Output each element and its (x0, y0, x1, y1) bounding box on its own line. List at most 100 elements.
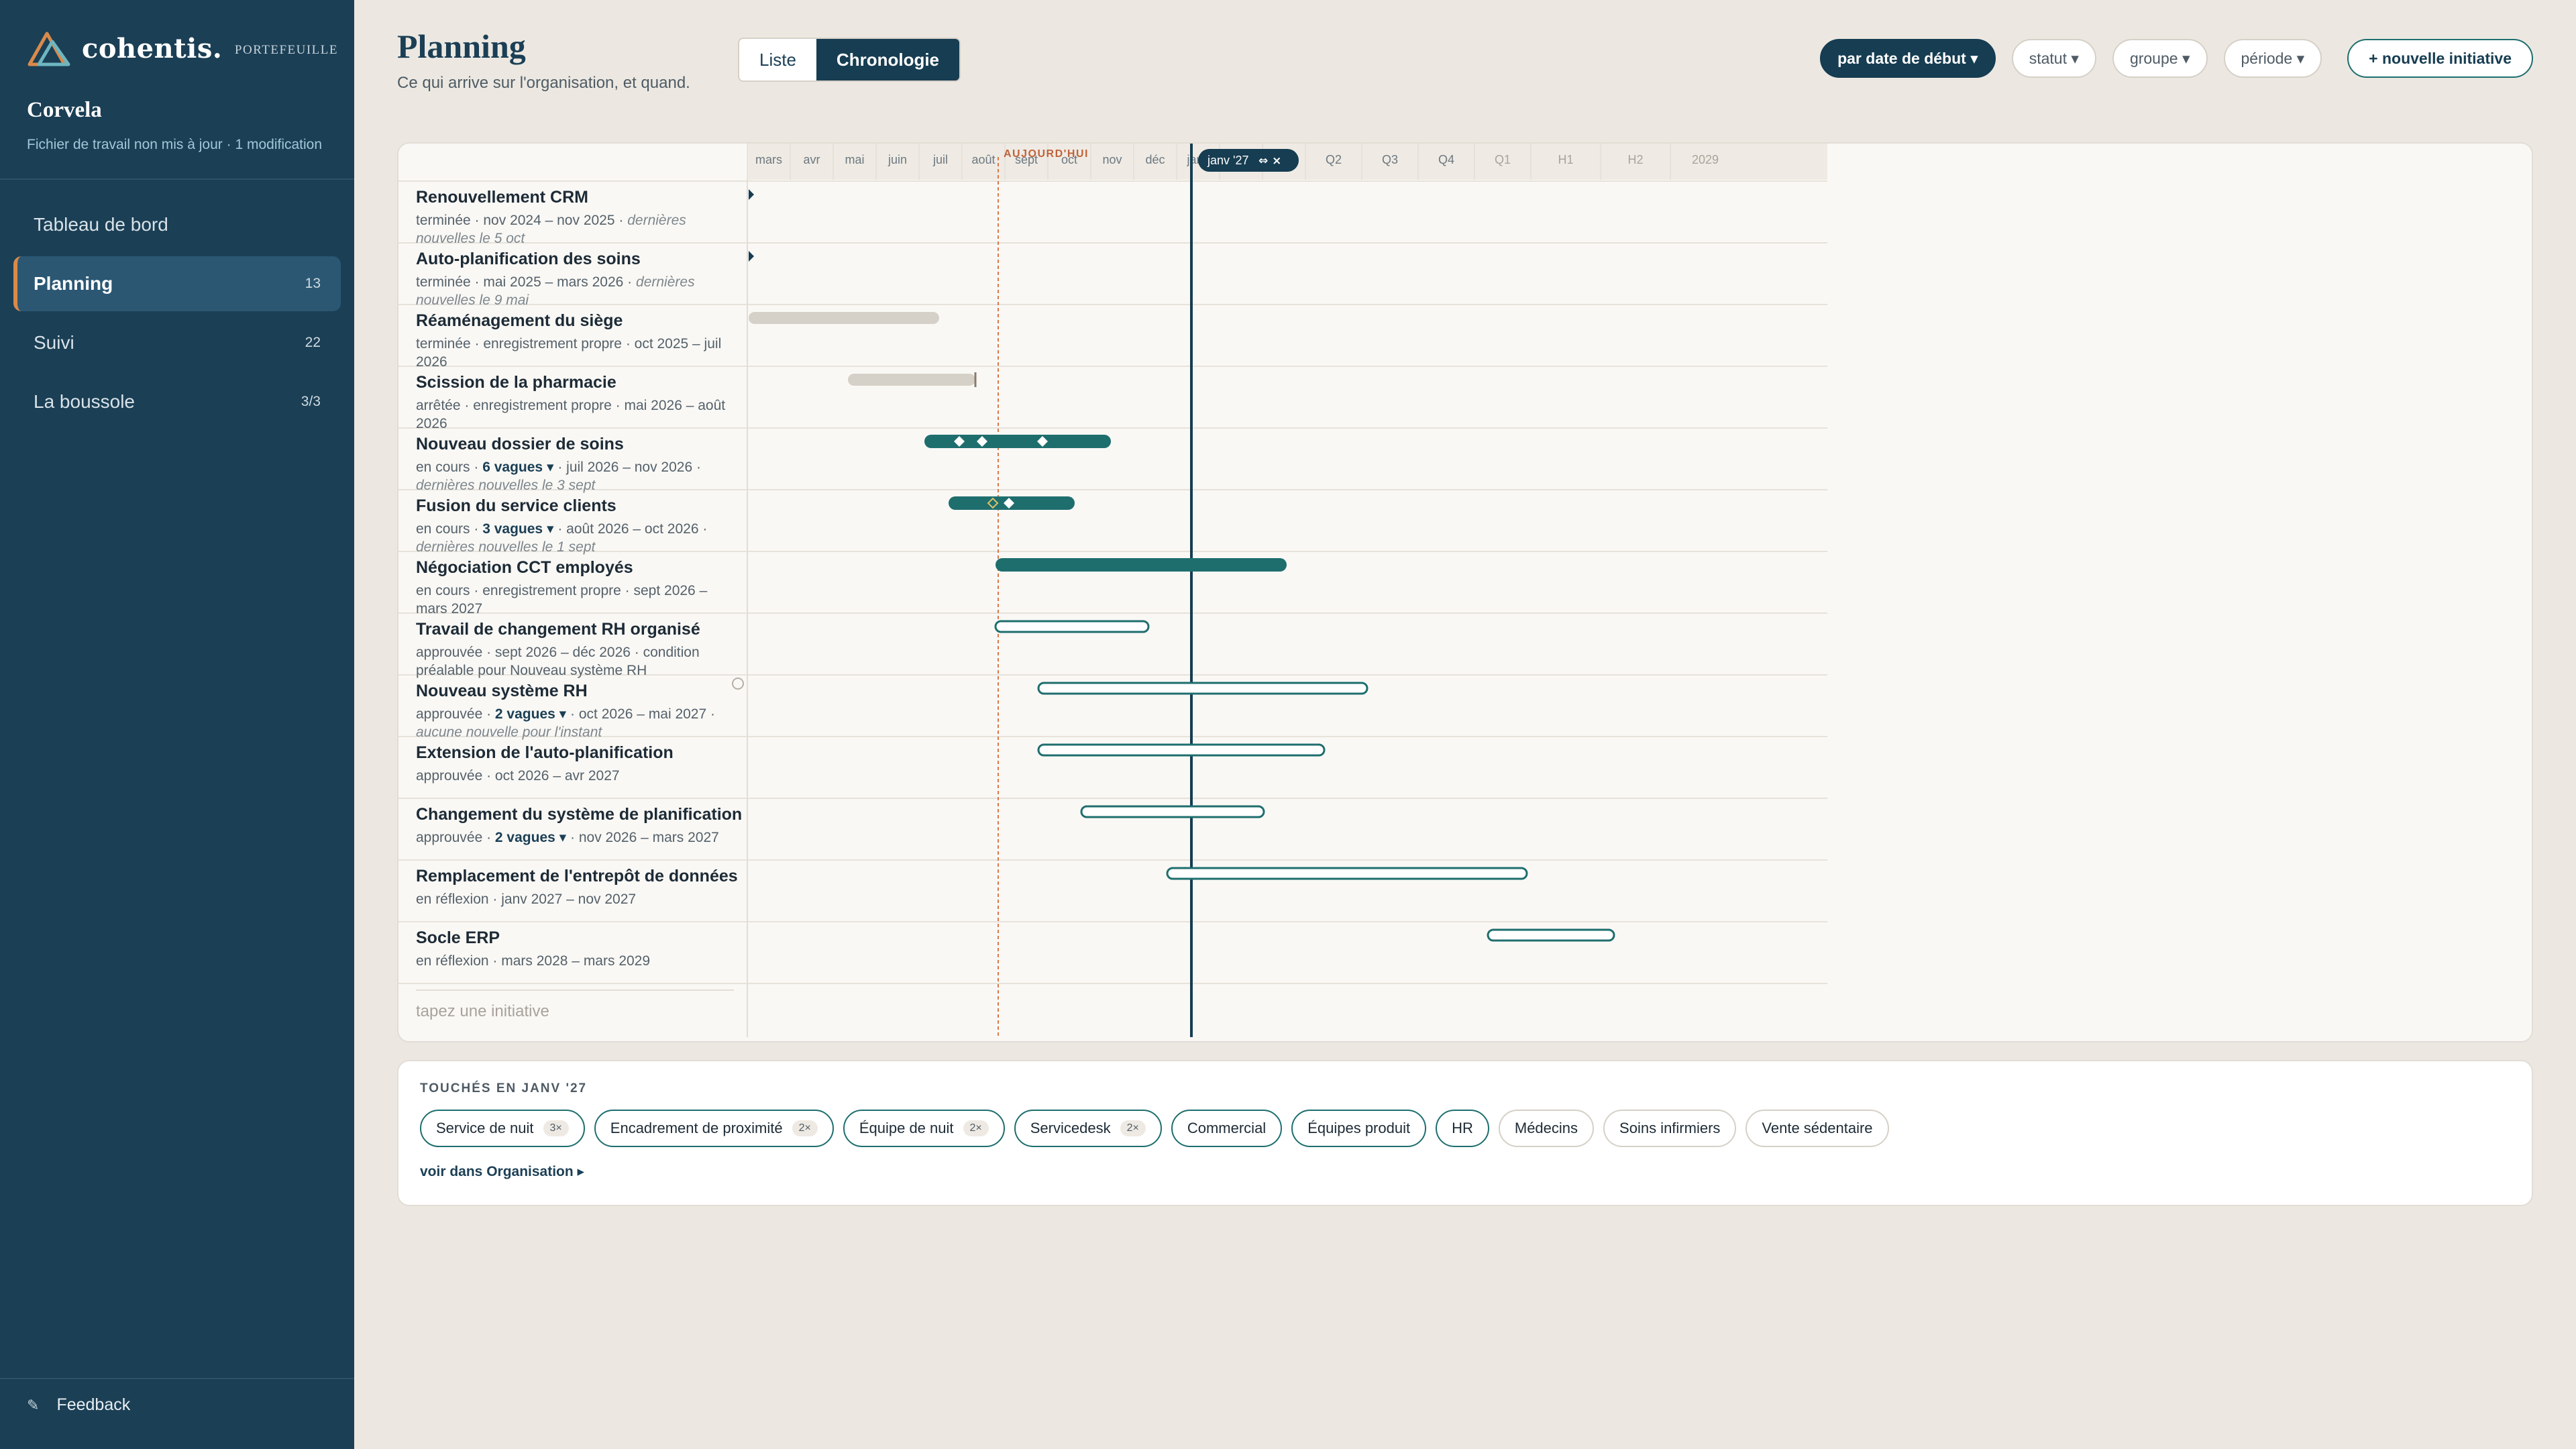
tick-label: mars (755, 153, 782, 166)
timeline-bar[interactable] (1037, 743, 1326, 757)
team-tag[interactable]: Équipes produit (1291, 1110, 1427, 1147)
initiative-row[interactable]: Négociation CCT employés en cours · enreg… (398, 551, 749, 616)
team-tag[interactable]: Commercial (1171, 1110, 1283, 1147)
sidebar-item-suivi[interactable]: Suivi 22 (13, 315, 341, 370)
team-tag[interactable]: Service de nuit 3× (420, 1110, 585, 1147)
sidebar-item-label: La boussole (34, 391, 136, 412)
timeline-bar[interactable] (994, 620, 1150, 633)
team-tag-count: 2× (792, 1120, 818, 1136)
initiative-row[interactable]: Extension de l'auto-planification approuv… (398, 737, 749, 798)
team-tag-count: 3× (543, 1120, 569, 1136)
team-tag[interactable]: Équipe de nuit 2× (843, 1110, 1005, 1147)
timeline-bar[interactable] (1166, 867, 1528, 880)
initiative-row[interactable]: Scission de la pharmacie arrêtée · enregi… (398, 366, 749, 431)
tick-label: Q3 (1382, 153, 1398, 166)
timeline-bar[interactable] (749, 312, 939, 324)
mountain-logo-icon (28, 32, 70, 66)
team-tag-label: Équipe de nuit (859, 1120, 954, 1136)
brand-logo[interactable]: cohentis. (27, 30, 222, 67)
initiative-status: approuvée (416, 768, 483, 784)
org-name[interactable]: Corvela (27, 98, 102, 123)
waves-toggle[interactable]: 2 vagues ▾ (495, 830, 566, 845)
sidebar-item-planning[interactable]: Planning 13 (13, 256, 341, 311)
initiative-status: terminée (416, 213, 471, 228)
initiative-title: Socle ERP (416, 928, 500, 947)
initiative-period: nov 2024 – nov 2025 (483, 213, 615, 228)
waves-toggle[interactable]: 3 vagues ▾ (482, 521, 553, 537)
period-filter[interactable]: période ▾ (2223, 39, 2322, 78)
new-initiative-input[interactable]: tapez une initiative (416, 1002, 549, 1021)
initiative-meta: arrêtée · enregistrement propre · mai 20… (416, 398, 726, 431)
pencil-icon: ✎ (27, 1396, 40, 1413)
timeline-bar[interactable] (924, 435, 1111, 448)
initiative-row[interactable]: Nouveau système RH approuvée · 2 vagues ▾… (398, 675, 749, 740)
initiative-status: en cours (416, 460, 470, 475)
initiative-period: mai 2025 – mars 2026 (483, 274, 624, 290)
team-tag[interactable]: Servicedesk 2× (1014, 1110, 1162, 1147)
timeline-bar[interactable] (1487, 928, 1615, 942)
sidebar-item-boussole[interactable]: La boussole 3/3 (13, 374, 341, 429)
selected-month-label: janv '27 (1207, 154, 1248, 167)
feedback-button[interactable]: ✎ Feedback (27, 1395, 130, 1415)
feedback-label: Feedback (56, 1395, 131, 1414)
initiative-period: mars 2028 – mars 2029 (501, 953, 651, 969)
team-tag-label: Encadrement de proximité (610, 1120, 783, 1136)
view-timeline-button[interactable]: Chronologie (816, 39, 960, 80)
initiative-row[interactable]: Renouvellement CRM terminée · nov 2024 – … (398, 181, 749, 246)
initiative-row[interactable]: Changement du système de planification ap… (398, 798, 749, 860)
initiative-row[interactable]: Nouveau dossier de soins en cours · 6 vag… (398, 428, 749, 493)
timeline-bar[interactable] (848, 374, 975, 386)
initiative-title: Nouveau système RH (416, 682, 588, 700)
page-title: Planning (397, 28, 526, 65)
team-tag[interactable]: Encadrement de proximité 2× (594, 1110, 834, 1147)
team-tag[interactable]: Soins infirmiers (1603, 1110, 1737, 1147)
initiative-title: Fusion du service clients (416, 496, 616, 515)
timeline-bar[interactable] (996, 558, 1287, 572)
initiative-row[interactable]: Remplacement de l'entrepôt de données en … (398, 860, 749, 922)
initiative-title: Réaménagement du siège (416, 311, 623, 330)
tick-label: mai (845, 153, 864, 166)
initiative-status: en réflexion (416, 953, 489, 969)
status-filter[interactable]: statut ▾ (2011, 39, 2096, 78)
initiative-meta: approuvée · sept 2026 – déc 2026 · condi… (416, 645, 700, 678)
initiative-row[interactable]: Réaménagement du siège terminée · enregis… (398, 305, 749, 370)
team-tag-label: Soins infirmiers (1619, 1120, 1721, 1136)
view-list-button[interactable]: Liste (739, 39, 816, 80)
sidebar-item-count: 13 (305, 276, 321, 291)
team-tag[interactable]: HR (1436, 1110, 1489, 1147)
initiative-meta: approuvée · oct 2026 – avr 2027 (416, 768, 620, 784)
initiative-meta: en cours · 3 vagues ▾ · août 2026 – oct … (416, 521, 708, 555)
initiative-row[interactable]: Auto-planification des soins terminée · m… (398, 243, 749, 308)
waves-toggle[interactable]: 2 vagues ▾ (495, 706, 566, 722)
tick-label: juin (888, 153, 907, 166)
team-tag-count: 2× (1120, 1120, 1146, 1136)
team-tag-label: HR (1452, 1120, 1473, 1136)
group-filter[interactable]: groupe ▾ (2112, 39, 2208, 78)
initiative-status: terminée (416, 336, 471, 352)
initiative-period: enregistrement propre · mai 2026 – août … (416, 398, 726, 431)
today-label: AUJOURD'HUI (1004, 148, 1089, 160)
initiative-meta: en cours · enregistrement propre · sept … (416, 583, 708, 616)
new-initiative-button[interactable]: + nouvelle initiative (2347, 39, 2533, 78)
tick-label: Q1 (1495, 153, 1511, 166)
initiative-row[interactable]: Fusion du service clients en cours · 3 va… (398, 490, 749, 555)
team-tag[interactable]: Médecins (1498, 1110, 1595, 1147)
org-status: Fichier de travail non mis à jour · 1 mo… (27, 137, 323, 152)
sidebar-item-label: Planning (34, 273, 113, 294)
team-tag[interactable]: Vente sédentaire (1746, 1110, 1889, 1147)
sidebar-item-dashboard[interactable]: Tableau de bord (13, 197, 341, 252)
initiative-meta: approuvée · 2 vagues ▾ · oct 2026 – mai … (416, 706, 715, 740)
brand-name: cohentis. (82, 32, 223, 64)
waves-toggle[interactable]: 6 vagues ▾ (482, 460, 553, 475)
initiative-row[interactable]: Socle ERP en réflexion · mars 2028 – mars… (398, 922, 749, 983)
initiative-row[interactable]: Travail de changement RH organisé approuv… (398, 613, 749, 678)
expand-close-icon[interactable]: ⇔ × (1258, 154, 1281, 168)
timeline-bar[interactable] (1037, 682, 1368, 695)
see-organisation-link[interactable]: voir dans Organisation ▸ (420, 1163, 584, 1180)
sort-dropdown[interactable]: par date de début ▾ (1820, 39, 1996, 78)
timeline-bar[interactable] (1080, 805, 1265, 818)
initiative-period: nov 2026 – mars 2027 (578, 830, 719, 845)
initiative-title: Extension de l'auto-planification (416, 743, 674, 762)
filter-bar: par date de début ▾ statut ▾ groupe ▾ pé… (1804, 39, 2533, 78)
touched-tags: Service de nuit 3× Encadrement de proximit… (420, 1110, 1898, 1147)
